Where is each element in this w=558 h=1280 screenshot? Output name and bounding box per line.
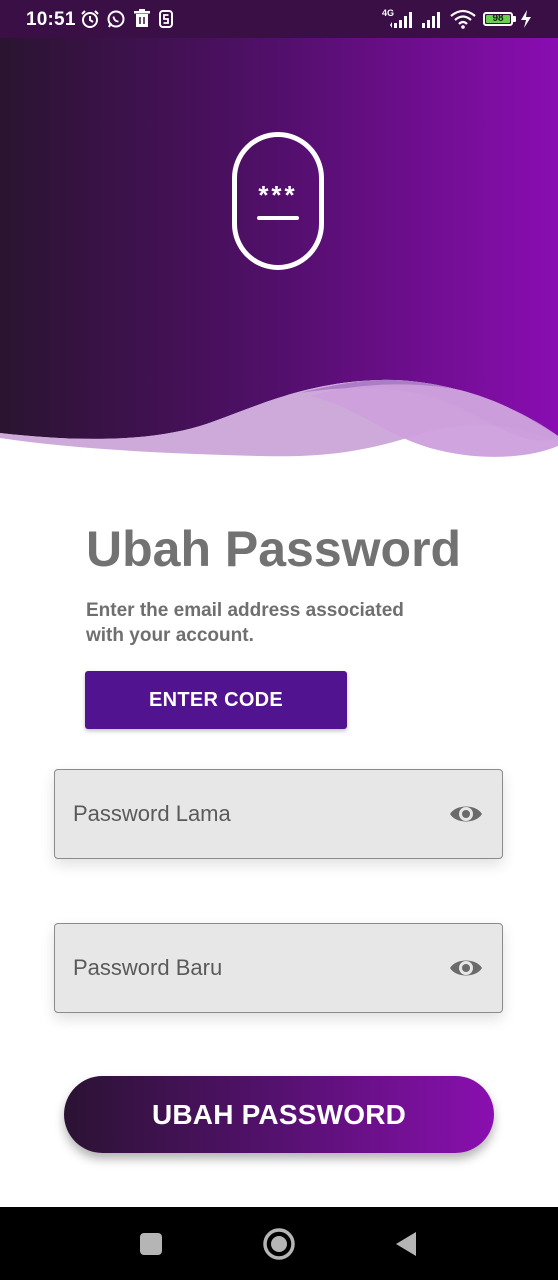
page-title: Ubah Password	[86, 521, 462, 577]
page-subtitle: Enter the email address associated with …	[86, 600, 404, 646]
status-bar: 10:51 4G 98	[0, 0, 558, 38]
trash-icon	[133, 9, 151, 29]
old-password-placeholder: Password Lama	[73, 801, 231, 826]
change-password-button[interactable]: UBAH PASSWORD	[64, 1076, 494, 1153]
password-mask-text: ***	[258, 180, 298, 210]
wifi-icon	[450, 9, 476, 29]
enter-code-button[interactable]: ENTER CODE	[85, 671, 347, 729]
eye-icon[interactable]	[448, 954, 484, 982]
signal-icon	[420, 9, 446, 29]
eye-icon[interactable]	[448, 800, 484, 828]
password-lock-icon: ***	[232, 132, 324, 270]
alarm-icon	[80, 9, 100, 29]
battery-icon: 98	[483, 12, 513, 26]
recents-icon[interactable]	[134, 1227, 168, 1261]
password-underline	[257, 216, 299, 220]
new-password-placeholder: Password Baru	[73, 955, 223, 980]
signal-icon	[390, 9, 416, 29]
header-banner: ***	[0, 38, 558, 468]
s-app-icon	[158, 9, 174, 29]
home-icon[interactable]	[262, 1227, 296, 1261]
back-icon[interactable]	[390, 1227, 424, 1261]
old-password-field[interactable]: Password Lama	[54, 769, 503, 859]
battery-level: 98	[492, 13, 504, 24]
charging-icon	[520, 9, 532, 29]
navigation-bar	[0, 1207, 558, 1280]
status-time: 10:51	[26, 9, 76, 30]
new-password-field[interactable]: Password Baru	[54, 923, 503, 1013]
battery-tip	[513, 16, 516, 22]
whatsapp-icon	[106, 9, 126, 29]
